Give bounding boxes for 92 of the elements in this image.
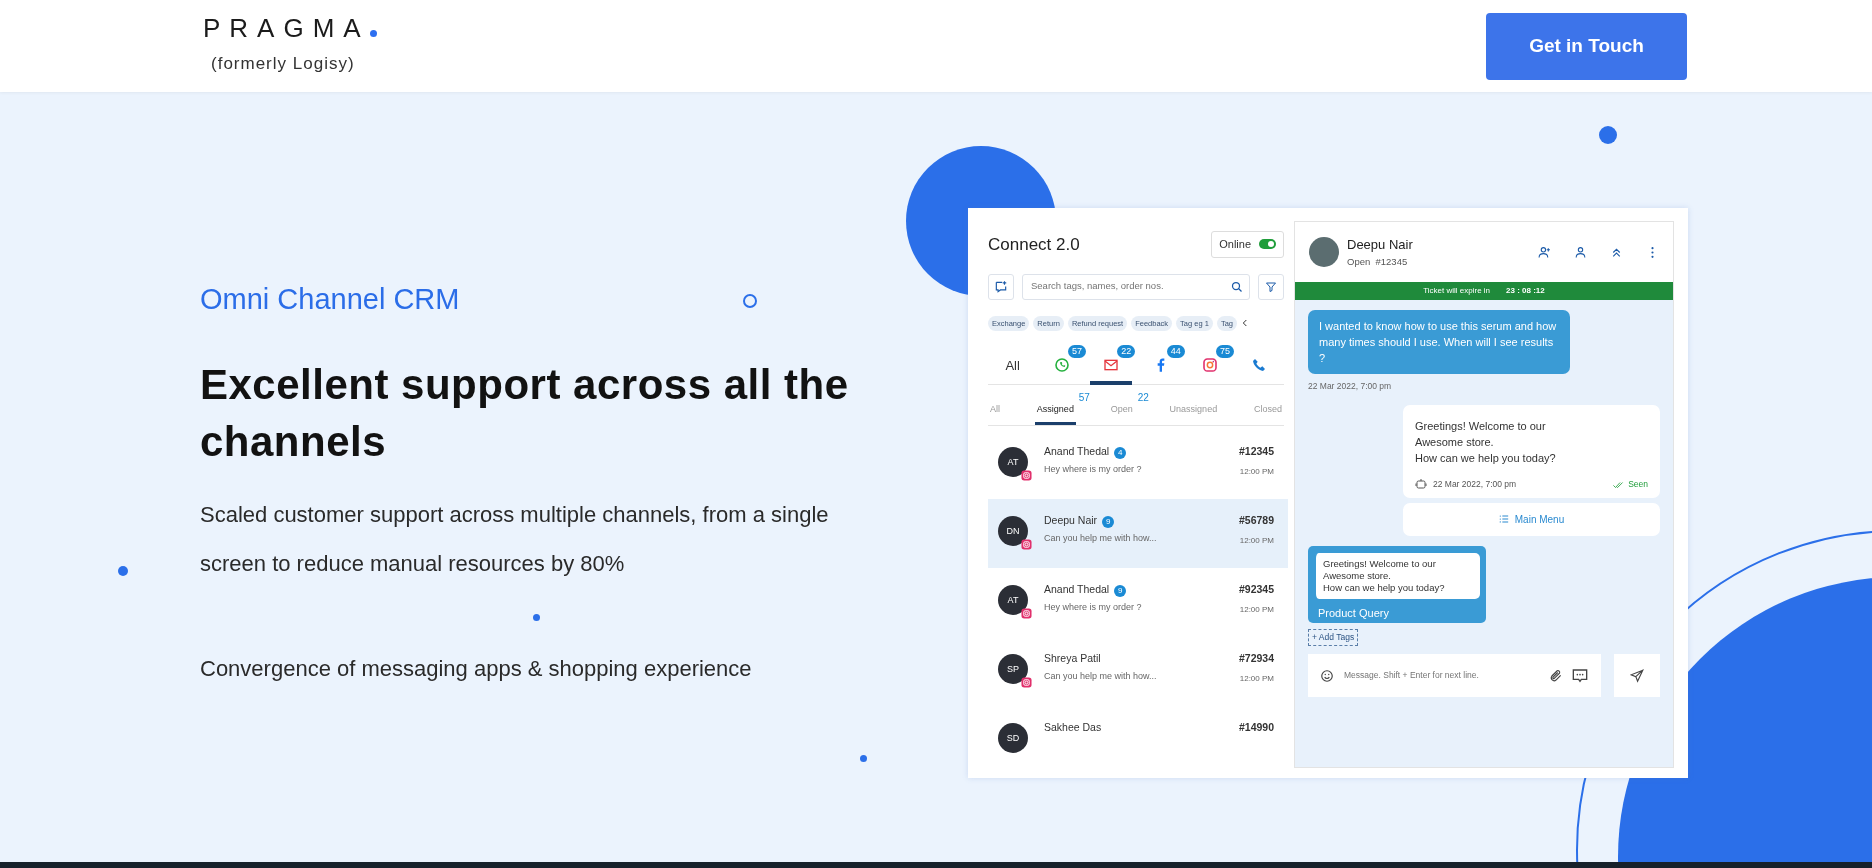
- add-tags-button[interactable]: + Add Tags: [1308, 629, 1359, 646]
- hero-eyebrow: Omni Channel CRM: [200, 282, 460, 317]
- list-icon: [1498, 514, 1509, 525]
- instagram-badge-icon: [1021, 539, 1032, 551]
- count-label: 22: [1137, 390, 1149, 405]
- message-label: Product Query: [1317, 605, 1390, 621]
- message-preview: Can you help me with how...: [1044, 670, 1158, 683]
- decor-dot: [1599, 126, 1617, 144]
- count-label: 57: [1078, 390, 1090, 405]
- message-time: 12:00 PM: [1238, 604, 1274, 616]
- paperclip-icon[interactable]: [1549, 668, 1563, 683]
- count-badge: 75: [1215, 344, 1234, 358]
- online-status-toggle[interactable]: Online: [1211, 231, 1284, 258]
- app-title: Connect 2.0: [988, 233, 1080, 256]
- channel-tab[interactable]: 22: [1086, 346, 1136, 385]
- unread-badge: 9: [1114, 585, 1127, 598]
- conversation-row[interactable]: SD Sakhee Das #14990: [988, 706, 1288, 768]
- logo-dot-icon: [369, 30, 377, 38]
- hero-title: Excellent support across all the channels: [200, 359, 850, 467]
- decor-dot: [118, 566, 128, 576]
- new-chat-button[interactable]: [988, 273, 1014, 300]
- smiley-icon[interactable]: [1320, 668, 1334, 683]
- channel-tab[interactable]: 57: [1037, 346, 1087, 385]
- count-badge: 22: [1117, 344, 1136, 358]
- message-preview: Hey where is my order ?: [1044, 463, 1143, 476]
- contact-name: Anand Thedal: [1044, 445, 1110, 458]
- channel-tab[interactable]: All: [988, 346, 1038, 385]
- decor-dot: [860, 755, 867, 762]
- seen-status: Seen: [1612, 475, 1648, 492]
- toggle-switch[interactable]: [1259, 239, 1276, 250]
- hero-paragraph: Convergence of messaging apps & shopping experience: [200, 654, 752, 683]
- search-icon: [1231, 280, 1243, 293]
- conversation-row[interactable]: AT Anand Thedal 9 Hey where is my order ? #92345 12:00 PM: [988, 568, 1288, 638]
- search-field[interactable]: Search tags, names, order nos.: [1022, 273, 1250, 300]
- photo-placeholder: [1309, 237, 1339, 267]
- contact-name: Anand Thedal: [1044, 583, 1110, 596]
- contact-name: Sakhee Das: [1044, 721, 1102, 734]
- avatar-circle: SD: [998, 723, 1028, 754]
- instagram-icon: [1201, 357, 1218, 374]
- decor-ring: [743, 294, 757, 308]
- hero-paragraph: Scaled customer support across multiple channels, from a single screen to reduce manual resources by 80%: [200, 500, 830, 578]
- message-time: 12:00 PM: [1238, 535, 1274, 547]
- channel-tab[interactable]: 44: [1136, 346, 1186, 385]
- expiry-banner: Ticket will expire in 23 : 08 :12: [1295, 282, 1673, 300]
- main-menu-button[interactable]: Main Menu: [1403, 502, 1660, 536]
- chat-plus-icon: [994, 279, 1008, 294]
- ticket-number: #14990: [1238, 720, 1274, 736]
- logo-subtitle: (formerly Logisy): [210, 53, 356, 76]
- message-timestamp: 22 Mar 2022, 7:00 pm: [1433, 477, 1517, 491]
- conversation-row[interactable]: AT Anand Thedal 4 Hey where is my order ? #12345 12:00 PM: [988, 430, 1288, 500]
- incoming-message: I wanted to know how to use this serum and how many times should I use. When will I see results ?: [1308, 310, 1570, 374]
- message-text: Greetings! Welcome to our Awesome store. How can we help you today?: [1415, 418, 1557, 466]
- count-badge: 57: [1068, 344, 1086, 358]
- instagram-badge-icon: [1021, 470, 1032, 482]
- message-preview: Can you help me with how...: [1044, 532, 1158, 545]
- filter-icon: [1265, 280, 1277, 293]
- unread-badge: 9: [1102, 516, 1115, 529]
- add-user-icon[interactable]: [1538, 245, 1551, 259]
- instagram-badge-icon: [1021, 677, 1032, 689]
- message-timestamp: 22 Mar 2022, 7:00 pm: [1308, 380, 1393, 393]
- conversation-row[interactable]: SP Shreya Patil Can you help me with how... #72934 12:00 PM: [988, 637, 1288, 707]
- instagram-badge-icon: [1021, 608, 1032, 620]
- contact-name: Shreya Patil: [1044, 652, 1101, 665]
- ticket-number: #72934: [1238, 651, 1274, 667]
- whatsapp-icon: [1054, 357, 1070, 374]
- ticket-number: #56789: [1238, 513, 1274, 529]
- robot-icon: [1415, 477, 1427, 490]
- ticket-number: #92345: [1238, 582, 1274, 598]
- send-icon: [1630, 668, 1644, 683]
- logo-text: PRAGMA: [203, 15, 377, 42]
- ticket-status: Open #12345: [1347, 254, 1409, 269]
- ticket-number: #12345: [1238, 444, 1274, 460]
- message-time: 12:00 PM: [1238, 673, 1274, 685]
- quoted-text: Greetings! Welcome to our Awesome store. How can we help you today?: [1314, 552, 1480, 599]
- double-chevron-up-icon[interactable]: [1610, 245, 1623, 259]
- contact-name: Deepu Nair: [1347, 236, 1414, 255]
- unread-badge: 4: [1114, 447, 1127, 460]
- get-in-touch-button[interactable]: Get in Touch: [1486, 12, 1687, 80]
- message-time: 12:00 PM: [1238, 466, 1274, 478]
- quick-reply-icon[interactable]: [1571, 667, 1589, 684]
- message-preview: Hey where is my order ?: [1044, 601, 1143, 614]
- phone-icon: [1251, 357, 1268, 374]
- double-check-icon: [1612, 479, 1625, 490]
- user-icon[interactable]: [1574, 245, 1587, 259]
- chevron-left-icon[interactable]: [1241, 319, 1249, 328]
- send-button[interactable]: [1614, 654, 1660, 697]
- decor-dot: [533, 614, 540, 621]
- channel-tab[interactable]: 75: [1185, 346, 1235, 385]
- conversation-row[interactable]: DN Deepu Nair 9 Can you help me with how... #56789 12:00 PM: [988, 499, 1288, 569]
- count-badge: 44: [1166, 344, 1185, 358]
- message-field[interactable]: Message. Shift + Enter for next line.: [1308, 654, 1601, 697]
- contact-name: Deepu Nair: [1044, 514, 1098, 527]
